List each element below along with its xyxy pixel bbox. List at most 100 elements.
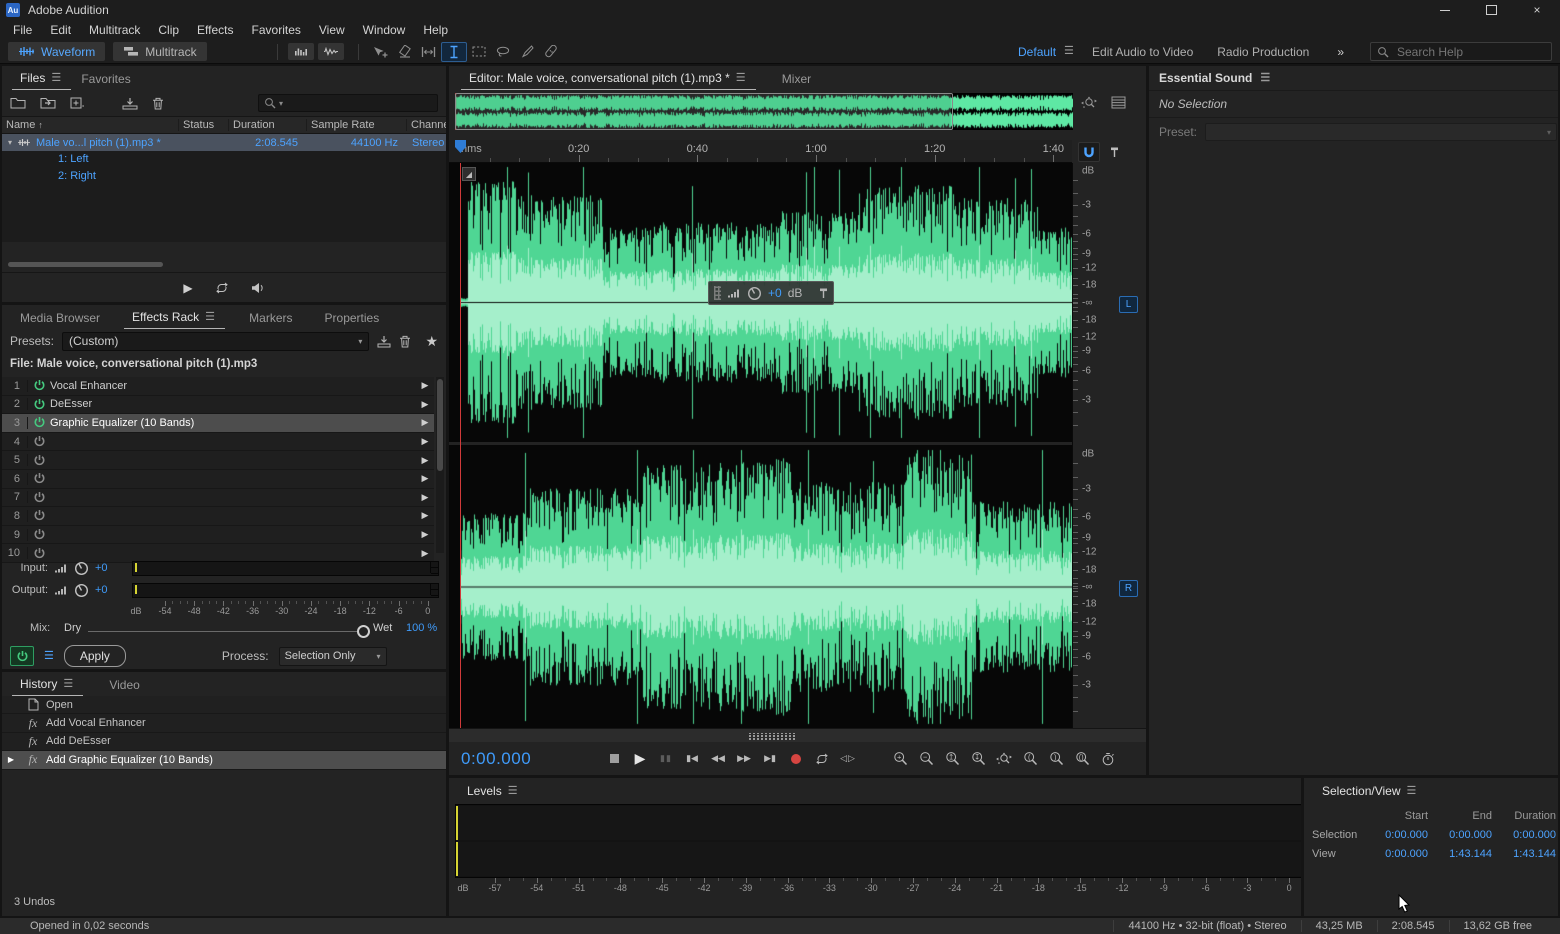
expand-chevron-icon[interactable]: ▾ — [8, 138, 12, 147]
menu-edit[interactable]: Edit — [41, 20, 80, 40]
effect-slot-8[interactable]: 8▶ — [2, 507, 434, 526]
file-channel-row[interactable]: 2: Right — [2, 168, 446, 185]
effect-slot-6[interactable]: 6▶ — [2, 470, 434, 489]
multitrack-mode-button[interactable]: Multitrack — [113, 42, 206, 61]
slot-power-icon[interactable] — [28, 472, 50, 485]
slot-arrow-icon[interactable]: ▶ — [416, 380, 434, 391]
slot-effect-name[interactable]: Vocal Enhancer — [50, 380, 416, 392]
selection-view-title-tab[interactable]: Selection/View ☰ — [1314, 784, 1427, 802]
fast-forward-button[interactable]: ▶▶ — [731, 749, 757, 769]
levels-title-tab[interactable]: Levels ☰ — [459, 784, 528, 802]
mix-wet-value[interactable]: 100 % — [406, 622, 437, 634]
waveform-display-button[interactable] — [318, 43, 344, 60]
healing-tool-button[interactable] — [539, 43, 563, 61]
open-file-icon[interactable] — [10, 97, 26, 109]
play-button[interactable]: ▶ — [627, 749, 653, 769]
skip-to-start-button[interactable]: ▮◀ — [679, 749, 705, 769]
zoom-reset-button[interactable] — [991, 749, 1017, 769]
history-item[interactable]: Open — [2, 696, 446, 714]
slot-arrow-icon[interactable]: ▶ — [416, 455, 434, 466]
editor-resize-bar[interactable] — [449, 728, 1146, 743]
zoom-out-horizontal-button[interactable]: ↧ — [965, 749, 991, 769]
insert-into-multitrack-icon[interactable] — [122, 97, 138, 110]
zoom-to-in-point-button[interactable]: ( — [1017, 749, 1043, 769]
rack-panel-menu-icon[interactable]: ☰ — [205, 312, 217, 323]
effect-slot-5[interactable]: 5▶ — [2, 451, 434, 470]
view-end[interactable]: 1:43.144 — [1430, 848, 1494, 860]
slot-arrow-icon[interactable]: ▶ — [416, 529, 434, 540]
channel-badge-l[interactable]: L — [1119, 296, 1138, 313]
effect-slot-1[interactable]: 1Vocal Enhancer▶ — [2, 377, 434, 396]
slip-tool-button[interactable] — [393, 43, 417, 61]
selection-view-menu-icon[interactable]: ☰ — [1407, 786, 1419, 797]
scrollbar-thumb[interactable] — [437, 379, 443, 471]
stop-button[interactable] — [601, 749, 627, 769]
column-header-channels[interactable]: Channels — [406, 119, 446, 131]
gain-hud[interactable]: +0 dB — [708, 281, 834, 305]
history-panel-menu-icon[interactable]: ☰ — [63, 679, 75, 690]
hud-drag-handle[interactable] — [714, 286, 721, 300]
zoom-navigator-view-box[interactable] — [455, 93, 953, 130]
column-header-duration[interactable]: Duration — [228, 119, 306, 131]
output-gain-knob[interactable] — [74, 583, 89, 598]
slot-power-icon[interactable] — [28, 379, 50, 392]
delete-preset-icon[interactable] — [399, 335, 411, 348]
slot-power-icon[interactable] — [28, 398, 50, 411]
file-row[interactable]: ▾Male vo...l pitch (1).mp3 *2:08.5454410… — [2, 134, 446, 151]
menu-favorites[interactable]: Favorites — [243, 20, 310, 40]
tab-history[interactable]: History ☰ — [12, 677, 83, 696]
tab-media-browser[interactable]: Media Browser — [12, 311, 108, 329]
scrollbar-thumb[interactable] — [8, 262, 163, 267]
selection-end[interactable]: 0:00.000 — [1430, 829, 1494, 841]
waveform-right-channel[interactable] — [460, 446, 1072, 728]
display-menu-icon[interactable] — [1111, 96, 1126, 110]
slot-arrow-icon[interactable]: ▶ — [416, 548, 434, 559]
move-tool-button[interactable] — [369, 43, 393, 61]
slot-effect-name[interactable]: DeEsser — [50, 398, 416, 410]
zoom-in-horizontal-button[interactable]: ↥ — [939, 749, 965, 769]
time-selection-tool-button[interactable] — [417, 43, 441, 61]
tab-markers[interactable]: Markers — [241, 311, 300, 329]
effect-slot-3[interactable]: 3Graphic Equalizer (10 Bands)▶ — [2, 414, 434, 433]
help-search-input[interactable] — [1395, 44, 1519, 60]
menu-file[interactable]: File — [4, 20, 41, 40]
files-column-header[interactable]: Name ↑StatusDurationSample RateChannelsB… — [2, 116, 446, 134]
workspace-item[interactable]: Edit Audio to Video — [1080, 45, 1205, 59]
marker-pin-icon[interactable] — [1110, 146, 1119, 158]
workspace-default[interactable]: Default — [1006, 45, 1060, 59]
save-preset-icon[interactable] — [377, 335, 391, 348]
slot-power-icon[interactable] — [28, 454, 50, 467]
timeline-ruler[interactable]: hms 0:200:401:001:201:40 — [449, 140, 1072, 163]
menu-multitrack[interactable]: Multitrack — [80, 20, 149, 40]
slot-power-icon[interactable] — [28, 547, 50, 560]
levels-meter[interactable] — [455, 804, 1301, 878]
auto-play-button[interactable] — [251, 282, 265, 294]
skip-to-end-button[interactable]: ▶▮ — [757, 749, 783, 769]
slot-power-icon[interactable] — [28, 435, 50, 448]
zoom-to-out-point-button[interactable]: ) — [1043, 749, 1069, 769]
spectral-display-button[interactable] — [288, 43, 314, 60]
hud-gain-value[interactable]: +0 — [768, 286, 782, 300]
hud-gain-knob[interactable] — [747, 286, 762, 301]
slot-power-icon[interactable] — [28, 509, 50, 522]
slot-effect-name[interactable]: Graphic Equalizer (10 Bands) — [50, 417, 416, 429]
slot-arrow-icon[interactable]: ▶ — [416, 473, 434, 484]
workspace-overflow-chevron[interactable]: » — [1325, 45, 1356, 59]
workspace-item[interactable]: Radio Production — [1205, 45, 1321, 59]
slot-power-icon[interactable] — [28, 491, 50, 504]
snap-toggle-button[interactable] — [1078, 142, 1100, 162]
apply-button[interactable]: Apply — [64, 645, 126, 667]
slot-arrow-icon[interactable]: ▶ — [416, 492, 434, 503]
tab-effects-rack[interactable]: Effects Rack☰ — [124, 310, 225, 329]
column-header-status[interactable]: Status — [178, 119, 228, 131]
menu-clip[interactable]: Clip — [149, 20, 188, 40]
record-button[interactable] — [783, 749, 809, 769]
editor-panel-menu-icon[interactable]: ☰ — [736, 73, 748, 84]
waveform-mode-button[interactable]: Waveform — [8, 42, 105, 61]
zoom-navigator[interactable] — [455, 93, 1073, 130]
playhead-handle[interactable] — [455, 140, 466, 153]
rack-power-toggle[interactable] — [10, 646, 34, 666]
preview-play-button[interactable]: ▶ — [183, 281, 192, 295]
transport-time-display[interactable]: 0:00.000 — [449, 749, 601, 769]
maximize-button[interactable] — [1468, 0, 1514, 20]
